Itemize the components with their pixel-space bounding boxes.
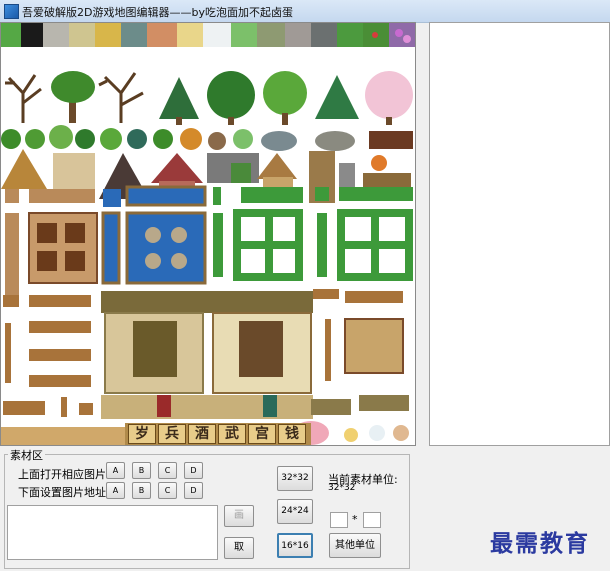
slate-tile[interactable] [121,23,147,47]
unit-separator: * [352,513,358,526]
image-path-textarea[interactable] [7,505,218,560]
yellow-brick-tile[interactable] [95,23,121,47]
current-unit-value: 32*32 [328,483,356,493]
sign-tile[interactable]: 兵 [158,424,186,444]
size-16-button[interactable]: 16*16 [277,533,313,558]
dead-tree-sprite[interactable] [5,74,42,123]
draw-button[interactable]: 画 [224,505,254,527]
water-pool-pieces[interactable] [101,185,207,285]
other-unit-button[interactable]: 其他单位 [329,533,381,558]
open-a-button[interactable]: A [106,462,125,479]
unit-height-input[interactable] [363,512,381,528]
rock-tile[interactable] [311,23,337,47]
sign-tile[interactable]: 宫 [248,424,276,444]
set-c-button[interactable]: C [158,482,177,499]
sign-tile[interactable]: 岁 [128,424,156,444]
map-canvas[interactable] [429,22,610,446]
unit-width-input[interactable] [330,512,348,528]
take-button[interactable]: 取 [224,537,254,559]
watermark-text: 最需教育 [490,530,590,557]
window-title: 吾爱破解版2D游戏地图编辑器——by吃泡面加不起卤蛋 [22,6,293,19]
light-sand-tile[interactable] [177,23,203,47]
round-tree-sprite[interactable] [207,71,255,125]
pine-tree-sprite[interactable] [159,77,199,125]
cobble-tile[interactable] [285,23,311,47]
open-b-button[interactable]: B [132,462,151,479]
bush-tile[interactable] [337,23,363,47]
fir-tree-sprite[interactable] [315,75,359,119]
tileset-palette[interactable]: 岁 兵 酒 武 宫 钱 [0,22,416,446]
purple-flower-tile[interactable] [389,23,416,47]
sand-tile[interactable] [69,23,95,47]
set-path-label: 下面设置图片地址 [18,486,106,499]
dark-tile[interactable] [21,23,43,47]
size-32-button[interactable]: 32*32 [277,466,313,491]
dead-tree-sprite-2[interactable] [98,72,144,123]
light-grass-tile[interactable] [231,23,257,47]
sign-tile[interactable]: 武 [218,424,246,444]
wood-floor-tile[interactable] [147,23,177,47]
broadleaf-tree-sprite[interactable] [263,71,307,125]
snow-tile[interactable] [203,23,231,47]
set-b-button[interactable]: B [132,482,151,499]
grass-tile[interactable] [1,23,21,47]
cherry-tree-sprite[interactable] [365,71,413,125]
sign-tile[interactable]: 钱 [278,424,306,444]
set-a-button[interactable]: A [106,482,125,499]
app-icon [4,4,19,19]
house-facades[interactable] [101,289,404,394]
title-bar: 吾爱破解版2D游戏地图编辑器——by吃泡面加不起卤蛋 [0,0,610,23]
size-24-button[interactable]: 24*24 [277,499,313,524]
material-group-title: 素材区 [8,447,45,463]
open-d-button[interactable]: D [184,462,203,479]
set-d-button[interactable]: D [184,482,203,499]
wall-pieces[interactable] [5,189,98,303]
tree-sprite[interactable] [51,71,95,123]
open-c-button[interactable]: C [158,462,177,479]
tileset-image[interactable] [1,23,416,446]
small-plants-row[interactable] [1,125,413,151]
fence-pieces[interactable] [3,295,93,417]
pebble-tile[interactable] [257,23,285,47]
stone-tile[interactable] [43,23,69,47]
open-image-label: 上面打开相应图片 [18,468,106,481]
sign-tile[interactable]: 酒 [188,424,216,444]
